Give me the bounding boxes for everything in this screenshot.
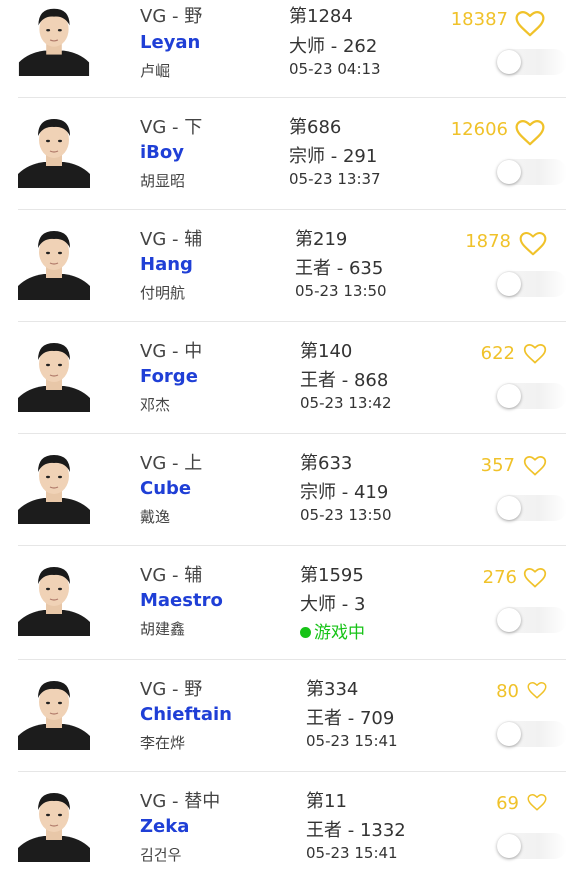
heart-outline-icon[interactable] (519, 232, 547, 260)
player-name[interactable]: Leyan (140, 32, 200, 53)
rank-position: 第334 (306, 679, 359, 700)
toggle-knob[interactable] (497, 50, 521, 74)
player-row: VG - 替中 Zeka 김건우 第11 王者 - 1332 05-23 15:41 69 (0, 772, 567, 880)
like-count: 80 (496, 681, 519, 702)
follow-toggle[interactable] (497, 721, 567, 747)
rank-position: 第11 (306, 791, 347, 812)
rank-position: 第1284 (289, 6, 353, 27)
team-position: VG - 野 (140, 679, 203, 700)
heart-outline-icon[interactable] (527, 794, 547, 815)
player-avatar (18, 672, 90, 750)
player-avatar (18, 0, 90, 76)
toggle-knob[interactable] (497, 272, 521, 296)
player-row: VG - 上 Cube 戴逸 第633 宗师 - 419 05-23 13:50 357 (0, 434, 567, 546)
player-real-name: 付明航 (140, 284, 186, 302)
rank-position: 第1595 (300, 565, 364, 586)
player-name[interactable]: Cube (140, 478, 191, 499)
rank-tier: 大师 - 262 (289, 36, 378, 57)
team-position: VG - 下 (140, 117, 203, 138)
heart-outline-icon[interactable] (523, 344, 547, 368)
player-row: VG - 辅 Maestro 胡建鑫 第1595 大师 - 3 游戏中 276 (0, 546, 567, 660)
team-position: VG - 野 (140, 6, 203, 27)
follow-toggle[interactable] (497, 159, 567, 185)
player-row: VG - 中 Forge 邓杰 第140 王者 - 868 05-23 13:42 622 (0, 322, 567, 434)
follow-toggle[interactable] (497, 271, 567, 297)
rank-position: 第686 (289, 117, 342, 138)
player-avatar (18, 334, 90, 412)
rank-tier: 大师 - 3 (300, 594, 366, 615)
rank-tier: 王者 - 868 (300, 370, 389, 391)
player-real-name: 卢崛 (140, 62, 171, 80)
team-position: VG - 辅 (140, 565, 203, 586)
player-real-name: 김건우 (140, 846, 182, 864)
player-name[interactable]: Zeka (140, 816, 189, 837)
like-count: 1878 (465, 231, 511, 252)
follow-toggle[interactable] (497, 607, 567, 633)
like-count: 18387 (450, 9, 508, 30)
last-active-time: 05-23 13:42 (300, 394, 392, 412)
follow-toggle[interactable] (497, 833, 567, 859)
last-active-time: 05-23 13:50 (295, 282, 387, 300)
rank-position: 第633 (300, 453, 353, 474)
rank-tier: 王者 - 709 (306, 708, 395, 729)
status-dot-icon (300, 627, 311, 638)
toggle-knob[interactable] (497, 834, 521, 858)
last-active-time: 05-23 13:50 (300, 506, 392, 524)
player-avatar (18, 784, 90, 862)
player-row: VG - 下 iBoy 胡显昭 第686 宗师 - 291 05-23 13:37 1260… (0, 98, 567, 210)
player-name[interactable]: Chieftain (140, 704, 232, 725)
player-real-name: 戴逸 (140, 508, 171, 526)
player-real-name: 邓杰 (140, 396, 171, 414)
like-count: 69 (496, 793, 519, 814)
like-count: 622 (480, 343, 515, 364)
rank-tier: 王者 - 1332 (306, 820, 406, 841)
in-game-status: 游戏中 (300, 618, 365, 643)
follow-toggle[interactable] (497, 495, 567, 521)
player-row: VG - 野 Chieftain 李在烨 第334 王者 - 709 05-23 15:4… (0, 660, 567, 772)
status-text: 游戏中 (314, 623, 365, 643)
rank-position: 第219 (295, 229, 348, 250)
heart-outline-icon[interactable] (523, 456, 547, 480)
player-avatar (18, 558, 90, 636)
player-name[interactable]: Forge (140, 366, 198, 387)
player-real-name: 胡显昭 (140, 172, 186, 190)
follow-toggle[interactable] (497, 49, 567, 75)
player-avatar (18, 110, 90, 188)
player-name[interactable]: Maestro (140, 590, 223, 611)
player-avatar (18, 446, 90, 524)
rank-tier: 王者 - 635 (295, 258, 384, 279)
toggle-knob[interactable] (497, 384, 521, 408)
toggle-knob[interactable] (497, 160, 521, 184)
heart-outline-icon[interactable] (515, 120, 545, 150)
last-active-time: 05-23 13:37 (289, 170, 381, 188)
player-real-name: 胡建鑫 (140, 620, 186, 638)
toggle-knob[interactable] (497, 722, 521, 746)
like-count: 276 (482, 567, 517, 588)
follow-toggle[interactable] (497, 383, 567, 409)
like-count: 12606 (450, 119, 508, 140)
last-active-time: 05-23 15:41 (306, 732, 398, 750)
heart-outline-icon[interactable] (523, 568, 547, 592)
team-position: VG - 上 (140, 453, 203, 474)
last-active-time: 05-23 04:13 (289, 60, 381, 78)
rank-tier: 宗师 - 291 (289, 146, 378, 167)
like-count: 357 (480, 455, 515, 476)
toggle-knob[interactable] (497, 608, 521, 632)
player-real-name: 李在烨 (140, 734, 186, 752)
team-position: VG - 替中 (140, 791, 221, 812)
rank-tier: 宗师 - 419 (300, 482, 389, 503)
player-row: VG - 辅 Hang 付明航 第219 王者 - 635 05-23 13:50 1878 (0, 210, 567, 322)
team-position: VG - 辅 (140, 229, 203, 250)
player-name[interactable]: Hang (140, 254, 193, 275)
heart-outline-icon[interactable] (515, 11, 545, 41)
player-avatar (18, 222, 90, 300)
toggle-knob[interactable] (497, 496, 521, 520)
last-active-time: 05-23 15:41 (306, 844, 398, 862)
team-position: VG - 中 (140, 341, 203, 362)
rank-position: 第140 (300, 341, 353, 362)
player-row: VG - 野 Leyan 卢崛 第1284 大师 - 262 05-23 04:13 183… (0, 0, 567, 98)
heart-outline-icon[interactable] (527, 682, 547, 703)
player-name[interactable]: iBoy (140, 142, 184, 163)
